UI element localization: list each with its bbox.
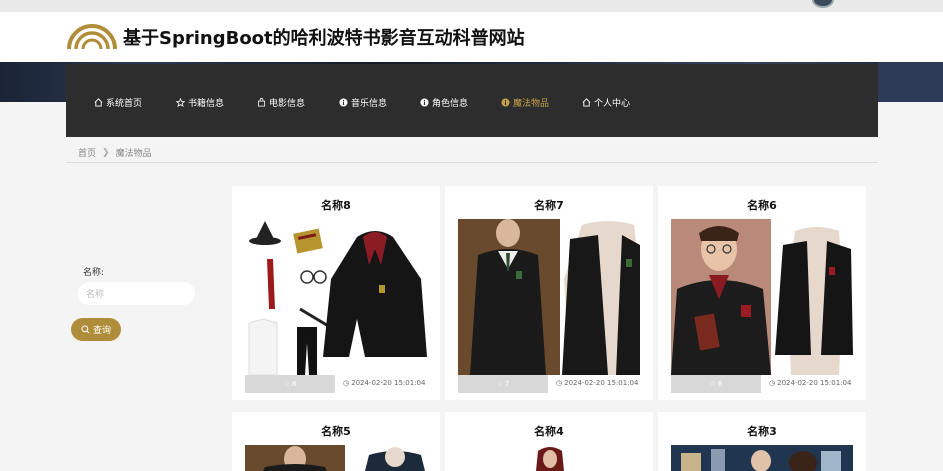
home-icon	[582, 97, 591, 107]
like-button[interactable]: ☆ 6	[671, 375, 761, 393]
nav-item-label: 魔法物品	[513, 98, 550, 109]
card-image	[245, 445, 427, 471]
search-button-label: 查询	[92, 325, 111, 335]
nav-item-profile[interactable]: 个人中心	[582, 95, 630, 109]
item-card[interactable]: 名称4	[445, 412, 653, 471]
nav-item-home[interactable]: 系统首页	[94, 95, 142, 109]
star-icon: ☆	[283, 380, 290, 388]
item-card[interactable]: 名称8 ☆ 8 ◷ 2024-02-20 15:01:04	[232, 186, 440, 400]
like-count: 8	[291, 380, 297, 388]
time-text: 2024-02-20 15:01:04	[351, 379, 426, 387]
clock-icon: ◷	[769, 379, 776, 387]
card-title: 名称3	[747, 425, 777, 438]
breadcrumb: 首页 ❯ 魔法物品	[78, 146, 152, 160]
card-image	[671, 445, 853, 471]
nav-item-books[interactable]: 书籍信息	[176, 95, 224, 109]
star-icon	[176, 97, 185, 107]
chevron-right-icon: ❯	[102, 147, 110, 158]
breadcrumb-home[interactable]: 首页	[78, 146, 96, 159]
item-card[interactable]: 名称5	[232, 412, 440, 471]
top-strip	[0, 0, 943, 12]
card-footer: ☆ 7 ◷ 2024-02-20 15:01:04	[458, 375, 640, 393]
search-label: 名称:	[83, 268, 105, 278]
nav-item-label: 系统首页	[106, 98, 143, 109]
card-time: ◷ 2024-02-20 15:01:04	[556, 379, 638, 387]
star-icon: ☆	[709, 380, 716, 388]
card-title: 名称4	[534, 425, 564, 438]
nav-item-movies[interactable]: 电影信息	[257, 95, 305, 109]
time-text: 2024-02-20 15:01:04	[564, 379, 639, 387]
main-nav: 系统首页 书籍信息 电影信息 音乐信息 角色信息 魔法物品 个人中心	[66, 64, 878, 137]
card-time: ◷ 2024-02-20 15:01:04	[769, 379, 851, 387]
card-footer: ☆ 8 ◷ 2024-02-20 15:01:04	[245, 375, 427, 393]
card-image	[671, 219, 853, 375]
card-title: 名称8	[321, 199, 351, 212]
nav-item-music[interactable]: 音乐信息	[339, 95, 387, 109]
star-icon: ☆	[496, 380, 503, 388]
nav-item-label: 书籍信息	[188, 98, 225, 109]
nav-item-label: 音乐信息	[351, 98, 388, 109]
clock-icon: ◷	[343, 379, 350, 387]
card-image	[458, 445, 640, 471]
nav-item-characters[interactable]: 角色信息	[420, 95, 468, 109]
item-card[interactable]: 名称3	[658, 412, 866, 471]
like-button[interactable]: ☆ 8	[245, 375, 335, 393]
card-title: 名称6	[747, 199, 777, 212]
item-card[interactable]: 名称7 ☆ 7 ◷ 2024-02-20 15:01:04	[445, 186, 653, 400]
card-footer: ☆ 6 ◷ 2024-02-20 15:01:04	[671, 375, 853, 393]
card-title: 名称7	[534, 199, 564, 212]
bag-icon	[257, 97, 266, 107]
item-card[interactable]: 名称6 ☆ 6 ◷ 2024-02-20 15:01:04	[658, 186, 866, 400]
time-text: 2024-02-20 15:01:04	[777, 379, 852, 387]
search-input[interactable]	[78, 282, 195, 305]
like-button[interactable]: ☆ 7	[458, 375, 548, 393]
search-button[interactable]: 查询	[71, 318, 121, 341]
card-image	[245, 219, 427, 375]
info-circle-icon	[420, 97, 429, 107]
card-title: 名称5	[321, 425, 351, 438]
logo-icon	[67, 24, 117, 50]
breadcrumb-current: 魔法物品	[115, 149, 152, 159]
banner-right	[878, 62, 943, 102]
card-time: ◷ 2024-02-20 15:01:04	[343, 379, 425, 387]
nav-item-magic-items[interactable]: 魔法物品	[501, 95, 549, 109]
clock-icon: ◷	[556, 379, 563, 387]
like-count: 6	[717, 380, 723, 388]
nav-item-label: 电影信息	[269, 98, 306, 109]
info-circle-icon	[501, 97, 510, 107]
info-circle-icon	[339, 97, 348, 107]
search-icon	[81, 325, 90, 334]
nav-item-label: 个人中心	[594, 98, 631, 109]
like-count: 7	[504, 380, 510, 388]
divider	[66, 162, 878, 163]
card-image	[458, 219, 640, 375]
site-title: 基于SpringBoot的哈利波特书影音互动科普网站	[123, 28, 525, 49]
home-icon	[94, 97, 103, 107]
nav-item-label: 角色信息	[432, 98, 469, 109]
site-header: 基于SpringBoot的哈利波特书影音互动科普网站	[0, 12, 943, 62]
